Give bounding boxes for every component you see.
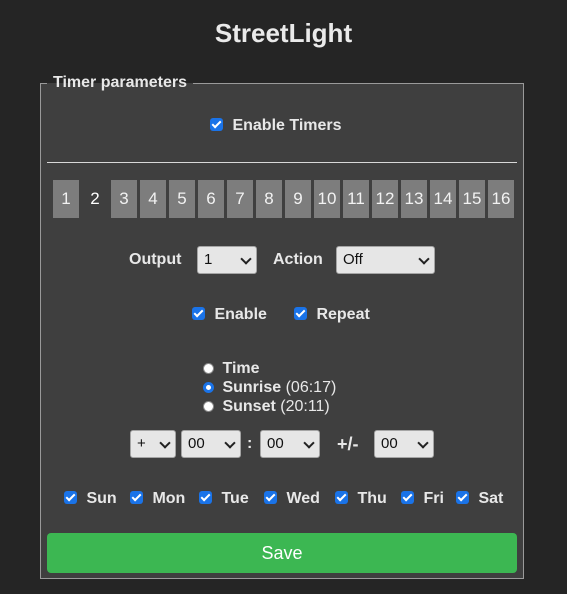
timer-tab-11[interactable]: 11	[343, 180, 369, 218]
offset-sign-value: +	[137, 435, 146, 452]
enable-timers-checkbox[interactable]	[210, 118, 223, 131]
day-mon: Mon	[130, 490, 185, 508]
timer-tabs: 1 2 3 4 5 6 7 8 9 10 11 12 13 14 15 16	[53, 180, 517, 218]
output-label: Output	[129, 251, 182, 268]
offset-hours-select[interactable]: 00	[181, 430, 241, 458]
offset-minutes-select[interactable]: 00	[260, 430, 320, 458]
timer-tab-10[interactable]: 10	[314, 180, 340, 218]
offset-hours-value: 00	[188, 435, 205, 452]
day-tue: Tue	[199, 490, 249, 508]
action-select-value: Off	[343, 251, 363, 268]
chevron-down-icon	[224, 437, 236, 449]
jitter-select[interactable]: 00	[374, 430, 434, 458]
day-fri-label: Fri	[423, 490, 444, 507]
timer-tab-5[interactable]: 5	[169, 180, 195, 218]
timer-tab-7[interactable]: 7	[227, 180, 253, 218]
enable-checkbox[interactable]	[192, 307, 205, 320]
enable-timers-row: Enable Timers	[210, 117, 342, 135]
timer-tab-3[interactable]: 3	[111, 180, 137, 218]
radio-time-label: Time	[222, 360, 260, 377]
action-select[interactable]: Off	[336, 246, 435, 274]
day-thu-checkbox[interactable]	[335, 491, 348, 504]
radio-sunset[interactable]	[203, 401, 214, 412]
output-select[interactable]: 1	[197, 246, 257, 274]
timer-tab-8[interactable]: 8	[256, 180, 282, 218]
radio-sunset-row: Sunset (20:11)	[203, 398, 330, 416]
timer-tab-14[interactable]: 14	[430, 180, 456, 218]
chevron-down-icon	[303, 437, 315, 449]
day-sat-checkbox[interactable]	[456, 491, 469, 504]
offset-sign-select[interactable]: +	[130, 430, 176, 458]
radio-sunset-label: Sunset	[222, 398, 276, 415]
day-sat: Sat	[456, 490, 503, 508]
day-thu: Thu	[335, 490, 387, 508]
day-sun-checkbox[interactable]	[64, 491, 77, 504]
timer-tab-9[interactable]: 9	[285, 180, 311, 218]
radio-sunrise-label: Sunrise	[222, 379, 282, 396]
timer-tab-2[interactable]: 2	[82, 180, 108, 218]
panel-legend: Timer parameters	[53, 74, 187, 91]
radio-sunrise[interactable]	[203, 382, 214, 393]
day-wed-label: Wed	[286, 490, 320, 507]
chevron-down-icon	[417, 437, 429, 449]
sunset-time: (20:11)	[280, 398, 330, 415]
day-mon-label: Mon	[152, 490, 186, 507]
sunrise-time: (06:17)	[285, 379, 337, 396]
day-thu-label: Thu	[357, 490, 387, 507]
radio-sunrise-row: Sunrise (06:17)	[203, 379, 336, 397]
offset-minutes-value: 00	[267, 435, 284, 452]
timer-tab-1[interactable]: 1	[53, 180, 79, 218]
repeat-row: Repeat	[294, 306, 370, 324]
output-select-value: 1	[204, 251, 213, 268]
timer-tab-6[interactable]: 6	[198, 180, 224, 218]
action-label: Action	[273, 251, 323, 268]
timer-tab-16[interactable]: 16	[488, 180, 514, 218]
chevron-down-icon	[418, 253, 430, 265]
repeat-checkbox[interactable]	[294, 307, 307, 320]
day-wed: Wed	[264, 490, 320, 508]
day-sat-label: Sat	[478, 490, 504, 507]
time-separator: :	[247, 435, 253, 452]
timer-tab-12[interactable]: 12	[372, 180, 398, 218]
repeat-label: Repeat	[316, 306, 370, 323]
chevron-down-icon	[159, 437, 171, 449]
page-title: StreetLight	[214, 18, 353, 48]
timer-tab-13[interactable]: 13	[401, 180, 427, 218]
enable-label: Enable	[214, 306, 267, 323]
day-sun: Sun	[64, 490, 117, 508]
day-sun-label: Sun	[86, 490, 117, 507]
timer-tab-15[interactable]: 15	[459, 180, 485, 218]
save-button[interactable]: Save	[47, 533, 517, 573]
day-wed-checkbox[interactable]	[264, 491, 277, 504]
radio-time-row: Time	[203, 360, 260, 378]
day-tue-label: Tue	[221, 490, 249, 507]
enable-timers-label: Enable Timers	[232, 117, 342, 134]
day-fri: Fri	[401, 490, 444, 508]
enable-row: Enable	[192, 306, 267, 324]
timer-tab-4[interactable]: 4	[140, 180, 166, 218]
divider	[47, 162, 517, 163]
radio-time[interactable]	[203, 363, 214, 374]
day-fri-checkbox[interactable]	[401, 491, 414, 504]
jitter-value: 00	[381, 435, 398, 452]
jitter-label: +/-	[337, 434, 359, 454]
chevron-down-icon	[240, 253, 252, 265]
day-tue-checkbox[interactable]	[199, 491, 212, 504]
day-mon-checkbox[interactable]	[130, 491, 143, 504]
